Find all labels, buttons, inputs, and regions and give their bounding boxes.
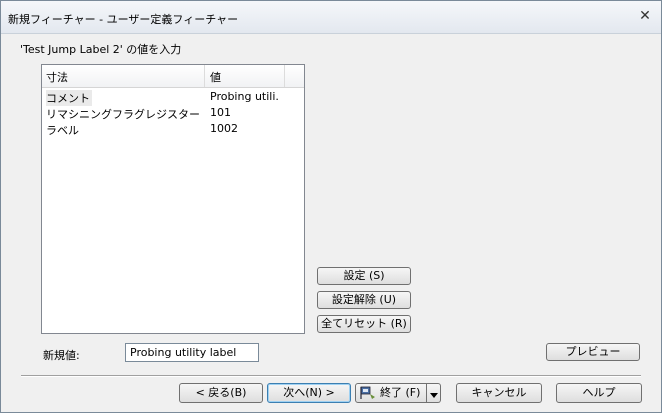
column-header-value[interactable]: 値 [210, 69, 221, 85]
column-divider[interactable] [284, 65, 285, 87]
title-bar: 新規フィーチャー - ユーザー定義フィーチャー ✕ [1, 1, 661, 34]
reset-all-button[interactable]: 全てリセット (R) [317, 315, 411, 333]
set-button[interactable]: 設定 (S) [317, 267, 411, 285]
row-value: 1002 [210, 122, 238, 135]
row-name: コメント [46, 90, 92, 106]
column-header-dimension[interactable]: 寸法 [46, 69, 68, 85]
row-name: ラベル [46, 124, 79, 137]
next-button[interactable]: 次へ(N) > [267, 383, 351, 403]
input-prompt: 'Test Jump Label 2' の値を入力 [20, 43, 182, 56]
help-button[interactable]: ヘルプ [556, 383, 642, 403]
finish-button[interactable]: 終了 (F) [355, 383, 427, 403]
table-row[interactable]: リマシニングフラグレジスター 101 [42, 105, 304, 121]
preview-button[interactable]: プレビュー [546, 343, 640, 361]
window-title: 新規フィーチャー - ユーザー定義フィーチャー [8, 13, 239, 26]
dropdown-arrow-icon [430, 393, 438, 398]
unset-button[interactable]: 設定解除 (U) [317, 291, 411, 309]
divider [21, 375, 641, 377]
row-name: リマシニングフラグレジスター [46, 108, 200, 121]
table-row[interactable]: ラベル 1002 [42, 121, 304, 137]
table-header: 寸法 値 [42, 65, 304, 88]
table-row[interactable]: コメント Probing utili... [42, 89, 304, 106]
column-divider[interactable] [204, 65, 205, 87]
cancel-button[interactable]: キャンセル [456, 383, 542, 403]
finish-dropdown[interactable] [427, 383, 441, 403]
row-value: Probing utili... [210, 90, 280, 103]
finish-label: 終了 (F) [380, 386, 421, 399]
parameter-table[interactable]: 寸法 値 コメント Probing utili... リマシニングフラグレジスタ… [41, 64, 305, 334]
close-icon[interactable]: ✕ [635, 7, 655, 25]
new-value-label: 新規値: [43, 349, 80, 362]
row-value: 101 [210, 106, 231, 119]
flag-icon [360, 386, 375, 399]
new-value-input[interactable]: Probing utility label [125, 343, 259, 362]
back-button[interactable]: < 戻る(B) [179, 383, 263, 403]
dialog-window: 新規フィーチャー - ユーザー定義フィーチャー ✕ 'Test Jump Lab… [0, 0, 662, 413]
